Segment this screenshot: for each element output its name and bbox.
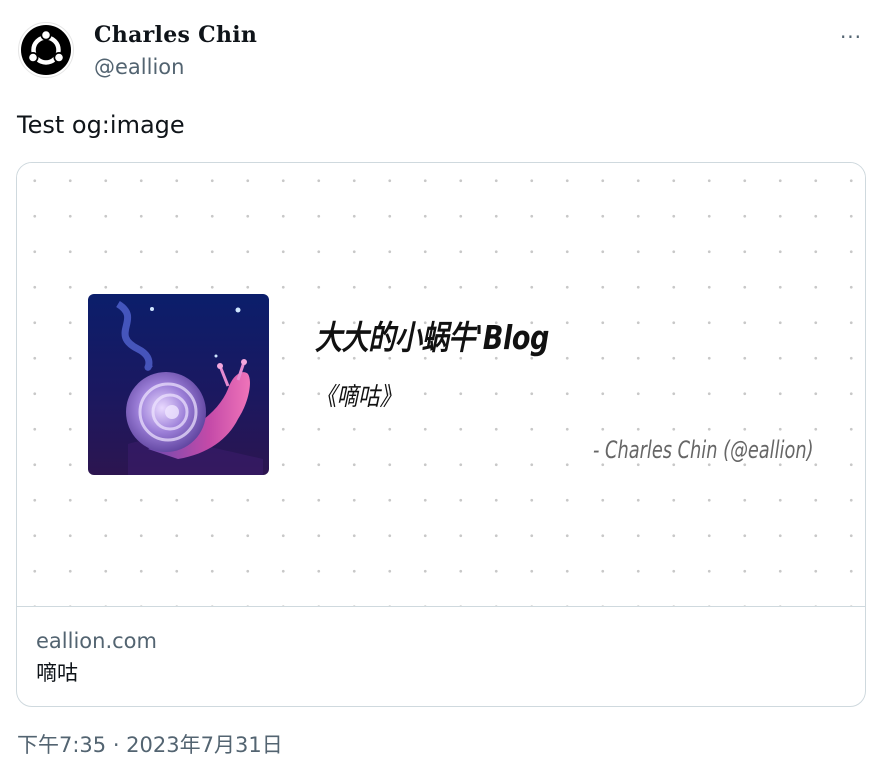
tweet-header: Charles Chin @eallion ··· xyxy=(16,18,868,82)
tweet-timestamp[interactable]: 下午7:35 · 2023年7月31日 xyxy=(17,731,283,759)
snail-thumbnail-image xyxy=(88,294,269,475)
card-image-title: 大大的小蜗牛'Blog xyxy=(315,318,550,357)
more-horizontal-icon: ··· xyxy=(839,25,863,49)
card-image[interactable]: 大大的小蜗牛'Blog 《嘀咕》 - Charles Chin (@eallio… xyxy=(17,163,865,606)
card-image-author: - Charles Chin (@eallion) xyxy=(593,436,814,464)
avatar[interactable] xyxy=(18,22,74,78)
user-handle[interactable]: @eallion xyxy=(94,52,257,82)
card-description: 嘀咕 xyxy=(36,661,78,685)
author-names: Charles Chin @eallion xyxy=(94,20,257,82)
more-button[interactable]: ··· xyxy=(836,22,866,52)
card-image-subtitle: 《嘀咕》 xyxy=(315,382,402,411)
link-card[interactable]: 大大的小蜗牛'Blog 《嘀咕》 - Charles Chin (@eallio… xyxy=(16,162,866,707)
card-domain: eallion.com xyxy=(36,629,157,653)
display-name[interactable]: Charles Chin xyxy=(94,20,257,50)
tweet-text: Test og:image xyxy=(17,111,185,139)
card-divider xyxy=(17,606,865,607)
ubuntu-logo-icon xyxy=(21,25,71,75)
